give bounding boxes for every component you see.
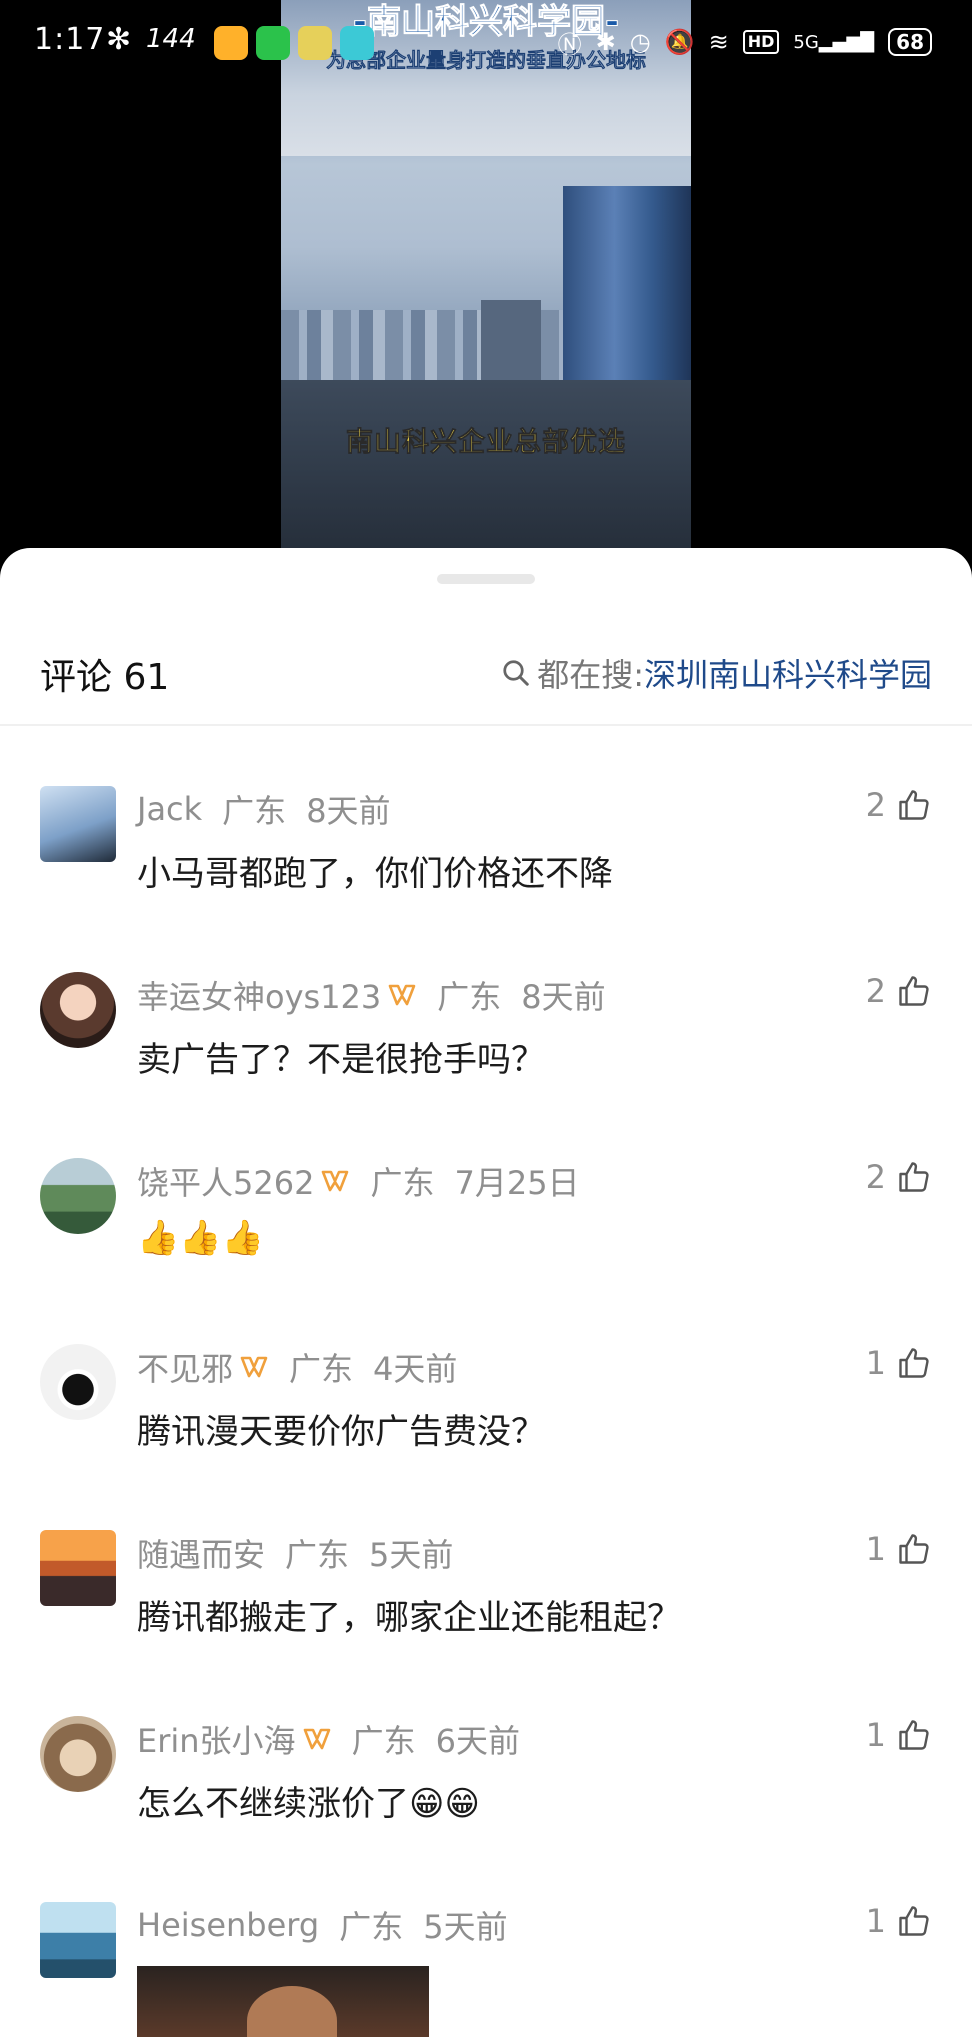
comment-region: 广东 [351,1722,416,1760]
comment-region: 广东 [437,978,502,1016]
like-count: 1 [865,1530,886,1568]
search-prefix: 都在搜: [537,656,644,694]
comment-meta: 幸运女神oys123 广东 8天前 [137,972,606,1018]
comments-header: 评论 61 都在搜: 深圳南山科兴科学园 [0,648,972,718]
wifi-icon: ≋ [708,28,729,56]
status-bar: 1:17 ✻ 144 Ⓝ ✱ ◷ 🔕 ≋ HD 5G▂▄▆█ 68 [0,0,972,84]
comment-time: 8天前 [521,978,606,1016]
comment-username[interactable]: 饶平人5262 [137,1158,314,1204]
comment-text: 👍👍👍 [137,1218,265,1258]
like-button[interactable]: 2 [866,786,932,824]
like-count: 1 [865,1902,886,1940]
comment-text: 腾讯都搬走了，哪家企业还能租起？ [137,1598,681,1638]
comment-meta: Jack 广东 8天前 [137,786,391,832]
refresh-rate: 144 [146,24,196,54]
like-button[interactable]: 2 [866,972,932,1010]
like-count: 1 [865,1716,886,1754]
comment-item[interactable]: 幸运女神oys123 广东 8天前卖广告了？不是很抢手吗？ 2 [0,972,972,1158]
comment-text: 腾讯漫天要价你广告费没？ [137,1412,545,1452]
like-button[interactable]: 1 [866,1530,932,1568]
search-suggestion[interactable]: 都在搜: 深圳南山科兴科学园 [501,650,932,696]
vip-badge-icon [303,1728,330,1750]
mute-icon: 🔕 [664,28,695,56]
avatar[interactable] [40,786,116,862]
like-count: 1 [865,1344,886,1382]
status-time: 1:17 [34,22,106,57]
comment-meta: Erin张小海 广东 6天前 [137,1716,520,1762]
vip-badge-icon [388,984,416,1006]
comment-time: 8天前 [306,792,391,830]
like-button[interactable]: 1 [866,1716,932,1754]
hd-icon: HD [742,30,780,54]
comment-username[interactable]: Erin张小海 [137,1716,296,1762]
comments-sheet: 评论 61 都在搜: 深圳南山科兴科学园 Jack 广东 8天前 小马哥都跑了，你们价… [0,548,972,2037]
like-count: 2 [865,972,886,1010]
comment-text: 卖广告了？不是很抢手吗？ [137,1040,545,1080]
thumbs-up-icon [899,1162,929,1192]
sheet-drag-handle[interactable] [437,574,535,584]
comment-text: 小马哥都跑了，你们价格还不降 [137,854,613,894]
comment-meta: 随遇而安 广东 5天前 [137,1530,453,1576]
comment-time: 7月25日 [454,1164,580,1202]
comment-item[interactable]: 不见邪 广东 4天前腾讯漫天要价你广告费没？ 1 [0,1344,972,1530]
comment-meta: 饶平人5262 广东 7月25日 [137,1158,580,1204]
money-app-icon [298,26,332,60]
fan-icon: ✻ [106,22,132,57]
bluetooth-icon: ✱ [595,28,616,56]
comment-username[interactable]: 幸运女神oys123 [137,972,381,1018]
alarm-icon: ◷ [629,28,651,56]
like-button[interactable]: 1 [866,1344,932,1382]
avatar[interactable] [40,1158,116,1234]
comment-meta: 不见邪 广东 4天前 [137,1344,457,1390]
thumbs-up-icon [899,1348,929,1378]
thumbs-up-icon [899,976,929,1006]
chat-app-icon [340,26,374,60]
nfc-icon: Ⓝ [557,30,582,59]
weibo-icon [214,26,248,60]
comment-time: 6天前 [435,1722,520,1760]
search-term-link[interactable]: 深圳南山科兴科学园 [644,650,932,696]
comment-meta: Heisenberg 广东 5天前 [137,1902,508,1948]
comment-image[interactable] [137,1966,429,2037]
comment-time: 5天前 [423,1908,508,1946]
avatar[interactable] [40,1716,116,1792]
avatar[interactable] [40,972,116,1048]
battery-icon: 68 [888,28,932,56]
divider [0,724,972,726]
comment-item[interactable]: 饶平人5262 广东 7月25日 👍👍👍 2 [0,1158,972,1344]
avatar[interactable] [40,1902,116,1978]
comment-username[interactable]: Heisenberg [137,1906,319,1944]
like-count: 2 [865,786,886,824]
avatar[interactable] [40,1530,116,1606]
comment-item[interactable]: Jack 广东 8天前小马哥都跑了，你们价格还不降 2 [0,786,972,972]
thumbs-up-icon [899,790,929,820]
vip-badge-icon [240,1356,268,1378]
thumbs-up-icon [899,1720,929,1750]
like-count: 2 [865,1158,886,1196]
like-button[interactable]: 1 [866,1902,932,1940]
signal-icon: 5G▂▄▆█ [793,31,875,53]
comment-item[interactable]: Erin张小海 广东 6天前怎么不继续涨价了😁😁 1 [0,1716,972,1902]
comment-count: 评论 61 [40,657,170,698]
thumbs-up-icon [899,1906,929,1936]
comment-region: 广东 [339,1908,404,1946]
like-button[interactable]: 2 [866,1158,932,1196]
comment-region: 广东 [289,1350,354,1388]
comment-time: 4天前 [373,1350,458,1388]
avatar[interactable] [40,1344,116,1420]
comment-text: 怎么不继续涨价了😁😁 [137,1784,480,1824]
wechat-icon [256,26,290,60]
search-icon [503,660,529,686]
comment-username[interactable]: Jack [137,790,202,828]
video-caption: 南山科兴企业总部优选 [346,427,626,459]
comment-region: 广东 [222,792,287,830]
comment-item[interactable]: 随遇而安 广东 5天前腾讯都搬走了，哪家企业还能租起？ 1 [0,1530,972,1716]
comment-username[interactable]: 不见邪 [137,1344,233,1390]
comment-region: 广东 [285,1536,350,1574]
comment-time: 5天前 [369,1536,454,1574]
thumbs-up-icon [899,1534,929,1564]
comment-username[interactable]: 随遇而安 [137,1530,265,1576]
comment-region: 广东 [370,1164,435,1202]
vip-badge-icon [322,1170,349,1192]
